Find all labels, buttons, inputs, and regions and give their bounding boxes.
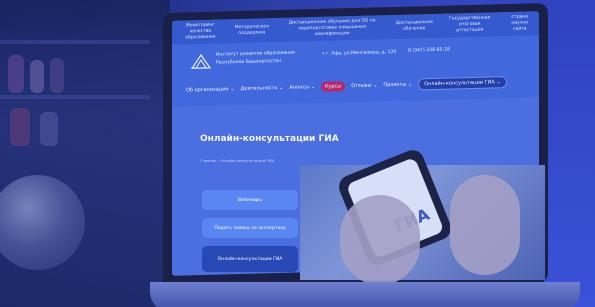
hero-photo: ГИА [300,146,545,285]
header: Институт развития образования Республики… [172,35,539,107]
top-nav-item[interactable]: Дистанционное обучение [389,20,438,33]
menu-item-gia[interactable]: Онлайн-консультации ГИА ⌄ [418,76,507,91]
shelf [0,95,150,99]
bottle [8,55,24,93]
brand-name: Институт развития образования Республики… [216,50,295,68]
hand [340,195,420,285]
menu-item[interactable]: Деятельность ⌄ [240,85,283,92]
hand [450,175,520,275]
phone-number[interactable]: 8 (347) 228-85-18 [408,48,450,54]
bottle [30,60,44,93]
expertise-button[interactable]: Подать заявку на экспертизу [202,218,298,238]
top-nav-item[interactable]: Дистанционное обучение для ПО по перепод… [275,18,390,39]
menu-item[interactable]: Проекты ⌄ [383,82,412,89]
top-nav-item[interactable]: Государственная итоговая аттестация [439,15,501,35]
bottle [10,108,30,146]
laptop-base [150,282,580,307]
menu-item[interactable]: Анонсы ⌄ [289,84,315,91]
top-nav-item[interactable]: Мониторинг качества образования [172,22,229,41]
address-text: г. Уфа, ул.Мингажева, д. 120 [326,49,397,57]
institute-logo-icon[interactable] [190,52,212,71]
top-nav-item[interactable]: страна научно сайта [501,14,539,33]
location-pin-icon: ⌖ [322,51,325,57]
menu-item[interactable]: Об организации ⌄ [186,86,234,93]
breadcrumb[interactable]: Главная › Онлайн-консультации ГИА [200,158,274,163]
gia-consult-button[interactable]: Онлайн-консультации ГИА [202,246,298,272]
brand-line: Республики Башкортостан [216,58,281,66]
address: ⌖ г. Уфа, ул.Мингажева, д. 120 [322,49,396,57]
photo-scene: Мониторинг качества образования Методиче… [0,0,595,307]
main-menu: Об организации ⌄ Деятельность ⌄ Анонсы ⌄… [186,76,507,96]
menu-item-courses[interactable]: Курсы [320,81,346,92]
shelf [0,40,150,44]
webinars-button[interactable]: Вебинары [202,190,298,210]
bottle [50,58,64,93]
top-nav-item[interactable]: Методическая поддержка [229,24,275,37]
menu-item[interactable]: Отзывы ⌄ [351,82,377,89]
page-title: Онлайн-консультации ГИА [200,134,339,144]
bottle [40,112,58,146]
